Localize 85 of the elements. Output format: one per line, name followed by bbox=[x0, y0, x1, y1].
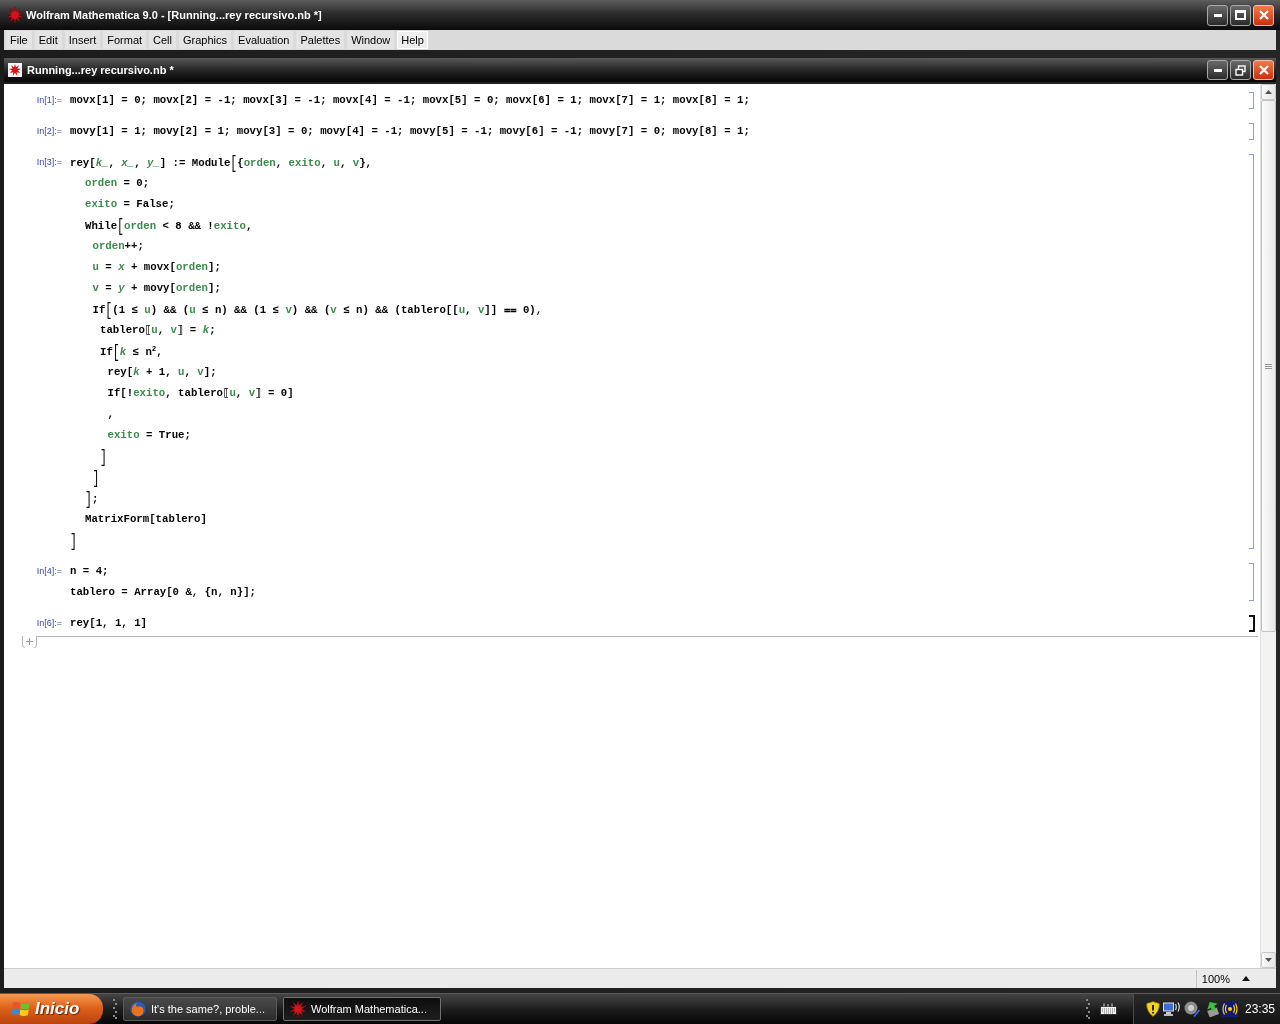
code-line: If[!exito, tablero⟦u, v⟧ = 0] bbox=[107, 386, 294, 401]
code-line: , bbox=[107, 407, 114, 422]
restore-icon bbox=[1235, 64, 1246, 76]
input-label: In[1]:= bbox=[36, 94, 62, 107]
disc-icon[interactable] bbox=[1184, 1001, 1200, 1017]
cell-bracket[interactable] bbox=[1249, 615, 1255, 632]
signal-icon[interactable] bbox=[1222, 1001, 1238, 1017]
minimize-icon bbox=[1213, 68, 1222, 72]
shield-icon[interactable] bbox=[1146, 1001, 1160, 1017]
code-line: MatrixForm[tablero] bbox=[85, 512, 207, 527]
minimize-icon bbox=[1213, 13, 1222, 17]
code-line: n = 4; bbox=[70, 564, 109, 579]
scrollbar-track[interactable] bbox=[1260, 84, 1276, 968]
code-line: orden++; bbox=[92, 239, 144, 254]
restore-button[interactable] bbox=[1230, 60, 1251, 80]
window-title: Wolfram Mathematica 9.0 - [Running...rey recursivo.nb *] bbox=[26, 9, 322, 21]
input-label: In[4]:= bbox=[36, 565, 62, 578]
scroll-down-button[interactable] bbox=[1261, 952, 1276, 968]
document-title: Running...rey recursivo.nb * bbox=[27, 64, 174, 76]
code-line: exito = False; bbox=[85, 197, 175, 212]
code-line: If[(1 ≤ u) && (u ≤ n) && (1 ≤ v) && (v ≤ n) && (tablero[[u, v]] ⩵ 0), bbox=[92, 299, 543, 320]
grip-icon[interactable] bbox=[113, 999, 117, 1019]
menu-item[interactable]: Evaluation bbox=[234, 31, 294, 49]
grip-icon[interactable] bbox=[1086, 999, 1090, 1019]
monitor-icon[interactable] bbox=[1163, 1001, 1181, 1017]
code-line: ] bbox=[70, 530, 77, 551]
menu-item[interactable]: Graphics bbox=[179, 31, 232, 49]
code-line: ]; bbox=[85, 488, 99, 509]
spiky-star-icon bbox=[290, 1001, 306, 1017]
menu-item[interactable]: File bbox=[6, 31, 32, 49]
code-line: tablero⟦u, v⟧ = k; bbox=[100, 323, 216, 338]
input-label: In[6]:= bbox=[36, 617, 62, 630]
code-line: movx[1] = 0; movx[2] = -1; movx[3] = -1; movx[4] = -1; movx[5] = 0; movx[6] = 1; movx[7] = 1; movx[8] = 1; bbox=[70, 93, 750, 108]
menu-item[interactable]: Palettes bbox=[296, 31, 345, 49]
plus-icon[interactable] bbox=[22, 636, 37, 648]
code-line: ] bbox=[100, 446, 107, 467]
cell-bracket[interactable] bbox=[1249, 123, 1254, 140]
input-label: In[2]:= bbox=[36, 125, 62, 138]
cell-bracket[interactable] bbox=[1249, 563, 1254, 601]
spiky-star-icon bbox=[8, 63, 22, 77]
code-line: v = y + movy[orden]; bbox=[92, 281, 221, 296]
globe-icon bbox=[130, 1001, 146, 1017]
close-icon bbox=[1258, 65, 1269, 75]
code-line: tablero = Array[0 &, {n, n}]; bbox=[70, 585, 256, 600]
maximize-icon bbox=[1235, 10, 1246, 20]
close-button[interactable] bbox=[1253, 60, 1274, 80]
menu-item[interactable]: Insert bbox=[64, 31, 101, 49]
code-line: rey[k + 1, u, v]; bbox=[107, 365, 217, 380]
code-line: rey[1, 1, 1] bbox=[70, 616, 147, 631]
keyboard-icon[interactable] bbox=[1100, 1003, 1117, 1015]
flag-icon bbox=[12, 1001, 30, 1017]
minimize-button[interactable] bbox=[1207, 4, 1228, 26]
scroll-up-button[interactable] bbox=[1261, 84, 1276, 100]
close-button[interactable] bbox=[1253, 4, 1274, 26]
start-button[interactable]: Inicio bbox=[0, 994, 103, 1024]
menu-item[interactable]: Edit bbox=[34, 31, 62, 49]
menu-item[interactable]: Window bbox=[347, 31, 395, 49]
spiky-star-icon bbox=[7, 7, 23, 23]
task-button[interactable]: Wolfram Mathematica... bbox=[283, 997, 441, 1021]
code-line: movy[1] = 1; movy[2] = 1; movy[3] = 0; movy[4] = -1; movy[5] = -1; movy[6] = -1; movy[7] = 0; movy[8] = 1; bbox=[70, 124, 750, 139]
code-line: orden = 0; bbox=[85, 176, 150, 191]
cell-bracket[interactable] bbox=[1249, 92, 1254, 109]
code-line: rey[k_, x_, y_] := Module[{orden, exito, u, v}, bbox=[70, 152, 372, 173]
code-line: u = x + movx[orden]; bbox=[92, 260, 221, 275]
clock: 23:35 bbox=[1245, 1002, 1276, 1016]
caret-down-icon bbox=[1265, 958, 1272, 962]
close-icon bbox=[1258, 10, 1269, 20]
cell-bracket[interactable] bbox=[1249, 154, 1254, 549]
menu-item[interactable]: Format bbox=[103, 31, 147, 49]
code-line: While[orden < 8 && !exito, bbox=[85, 215, 253, 236]
code-line: ] bbox=[92, 467, 100, 488]
menu-item[interactable]: Cell bbox=[149, 31, 176, 49]
input-label: In[3]:= bbox=[36, 156, 62, 169]
maximize-button[interactable] bbox=[1230, 4, 1251, 26]
task-button[interactable]: It's the same?, proble... bbox=[123, 997, 277, 1021]
menu-item[interactable]: Help bbox=[397, 31, 428, 49]
code-line: If[k ≤ n$^{2}$, bbox=[100, 341, 163, 362]
caret-up-icon bbox=[1242, 976, 1250, 981]
minimize-button[interactable] bbox=[1207, 60, 1228, 80]
grip-icon bbox=[1265, 363, 1272, 369]
code-line: exito = True; bbox=[107, 428, 191, 443]
zoom-button[interactable]: 100% bbox=[1195, 969, 1258, 988]
scrollbar-thumb[interactable] bbox=[1261, 100, 1276, 632]
cell-insertion-line[interactable] bbox=[37, 636, 1258, 637]
caret-up-icon bbox=[1265, 90, 1272, 94]
